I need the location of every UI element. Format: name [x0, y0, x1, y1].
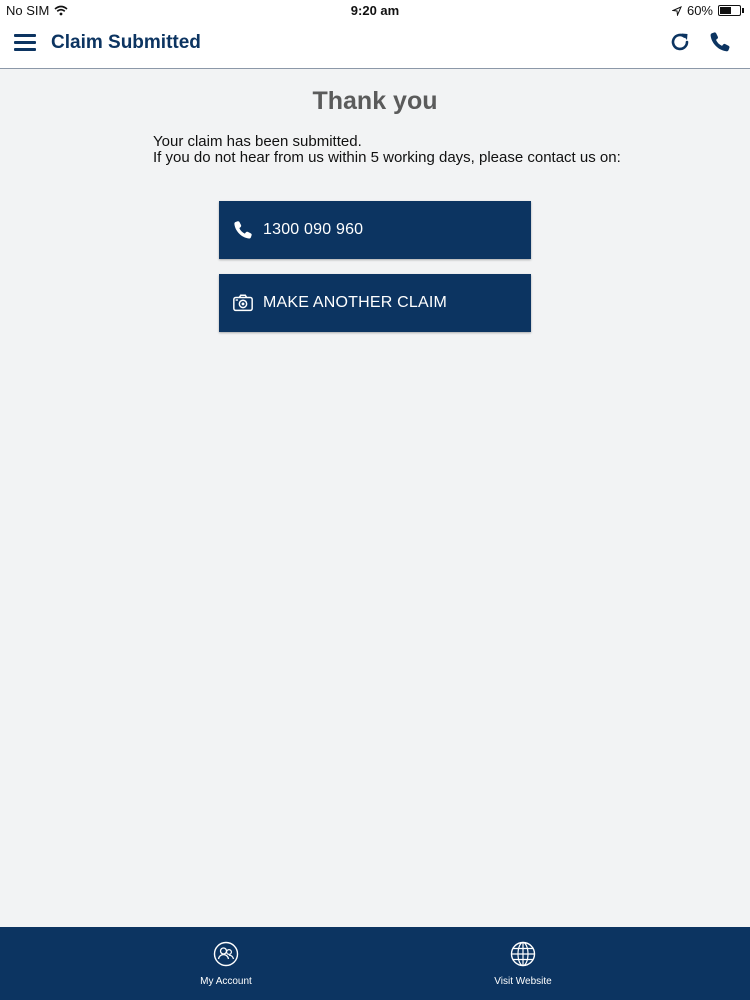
page-title: Claim Submitted — [51, 32, 201, 53]
make-another-claim-label: MAKE ANOTHER CLAIM — [263, 294, 448, 311]
status-bar: No SIM 9:20 am 60% — [0, 0, 750, 22]
nav-my-account-label: My Account — [200, 976, 252, 987]
status-time: 9:20 am — [350, 3, 400, 18]
refresh-icon[interactable] — [668, 30, 692, 54]
battery-icon — [718, 5, 741, 16]
app-header: Claim Submitted — [0, 22, 750, 69]
status-right: 60% — [671, 3, 744, 18]
call-phone-label: 1300 090 960 — [263, 221, 364, 238]
battery-percent: 60% — [686, 3, 713, 18]
bottom-nav: My Account Visit Website — [0, 927, 750, 1000]
hamburger-menu-icon[interactable] — [14, 34, 36, 51]
message-line-2: If you do not hear from us within 5 work… — [153, 149, 621, 166]
call-phone-button[interactable]: 1300 090 960 — [219, 201, 531, 259]
location-arrow-icon — [671, 5, 682, 16]
battery-cap — [742, 8, 744, 13]
account-icon — [213, 941, 239, 967]
phone-icon — [234, 221, 252, 239]
thank-you-heading: Thank you — [312, 87, 438, 115]
confirmation-message: Your claim has been submitted. If you do… — [153, 134, 621, 166]
phone-icon[interactable] — [708, 30, 732, 54]
globe-icon — [510, 941, 536, 967]
camera-icon — [233, 294, 253, 312]
make-another-claim-button[interactable]: MAKE ANOTHER CLAIM — [219, 274, 531, 332]
nav-my-account[interactable]: My Account — [166, 927, 286, 1000]
message-line-1: Your claim has been submitted. — [153, 133, 362, 150]
nav-visit-website-label: Visit Website — [494, 976, 552, 987]
main-content: Thank you Your claim has been submitted.… — [0, 70, 750, 927]
battery-fill — [720, 7, 732, 14]
nav-visit-website[interactable]: Visit Website — [463, 927, 583, 1000]
